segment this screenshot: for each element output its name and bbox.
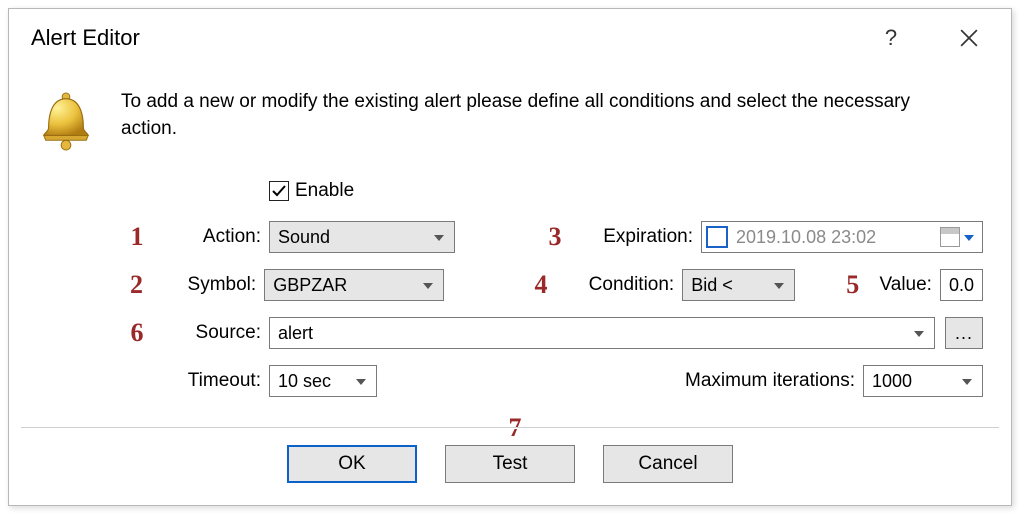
footer: OK Test Cancel	[9, 445, 1011, 483]
calendar-icon[interactable]	[940, 227, 960, 247]
expiration-dropdown-icon[interactable]	[960, 228, 978, 246]
max-iterations-value: 1000	[872, 371, 912, 392]
symbol-select[interactable]: GBPZAR	[264, 269, 444, 301]
max-iterations-label: Maximum iterations:	[685, 370, 863, 392]
symbol-label: Symbol:	[152, 274, 264, 296]
timeout-label: Timeout:	[153, 370, 269, 392]
check-icon	[272, 184, 286, 198]
test-button[interactable]: Test	[445, 445, 575, 483]
bell-icon	[37, 91, 95, 151]
annotation-2: 2	[121, 270, 152, 300]
intro-text: To add a new or modify the existing aler…	[121, 87, 951, 142]
action-label: Action:	[153, 226, 269, 248]
value-text: 0.0	[949, 275, 974, 296]
action-value: Sound	[278, 227, 330, 248]
expiration-label: Expiration:	[571, 226, 701, 248]
annotation-5: 5	[837, 270, 868, 300]
source-browse-button[interactable]: ...	[945, 317, 983, 349]
symbol-value: GBPZAR	[273, 275, 347, 296]
source-value: alert	[278, 323, 313, 344]
timeout-value: 10 sec	[278, 371, 331, 392]
enable-checkbox[interactable]	[269, 181, 289, 201]
window-title: Alert Editor	[31, 25, 849, 51]
separator	[21, 427, 999, 428]
expiration-field[interactable]: 2019.10.08 23:02	[701, 221, 983, 253]
alert-editor-dialog: Alert Editor ?	[8, 8, 1012, 506]
action-select[interactable]: Sound	[269, 221, 455, 253]
annotation-4: 4	[526, 270, 557, 300]
close-icon	[960, 29, 978, 47]
browse-label: ...	[955, 323, 973, 344]
expiration-value: 2019.10.08 23:02	[736, 227, 936, 248]
condition-select[interactable]: Bid <	[682, 269, 795, 301]
value-input[interactable]: 0.0	[940, 269, 983, 301]
annotation-1: 1	[121, 222, 153, 252]
source-label: Source:	[153, 322, 269, 344]
dialog-body: To add a new or modify the existing aler…	[9, 67, 1011, 405]
condition-value: Bid <	[691, 275, 733, 296]
annotation-3: 3	[539, 222, 571, 252]
cancel-button[interactable]: Cancel	[603, 445, 733, 483]
help-button[interactable]: ?	[869, 16, 913, 60]
annotation-6: 6	[121, 318, 153, 348]
ok-button[interactable]: OK	[287, 445, 417, 483]
source-select[interactable]: alert	[269, 317, 935, 349]
form: Enable 1 Action: Sound 3 Expiration: 201…	[121, 173, 983, 405]
condition-label: Condition:	[556, 274, 682, 296]
timeout-select[interactable]: 10 sec	[269, 365, 377, 397]
enable-label: Enable	[295, 180, 354, 202]
titlebar: Alert Editor ?	[9, 9, 1011, 67]
max-iterations-select[interactable]: 1000	[863, 365, 983, 397]
close-button[interactable]	[947, 16, 991, 60]
expiration-checkbox[interactable]	[706, 226, 728, 248]
value-label: Value:	[868, 274, 940, 296]
